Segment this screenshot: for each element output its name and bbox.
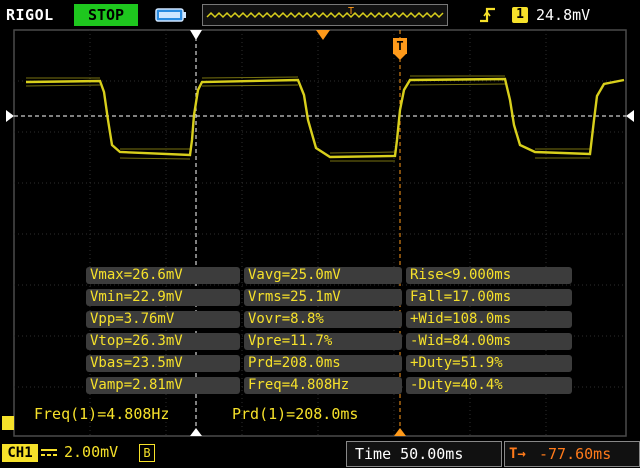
measurement-row: Vbas=23.5mV Prd=208.0ms +Duty=51.9% <box>86 354 572 373</box>
timebase-readout: Time 50.00ms <box>355 445 464 463</box>
measurement-row: Vamp=2.81mV Freq=4.808Hz -Duty=40.4% <box>86 376 572 395</box>
measurement-cell: Vrms=25.1mV <box>244 289 402 306</box>
trigger-level-left-arrow <box>6 110 14 122</box>
measurement-cell: -Duty=40.4% <box>406 377 572 394</box>
measurement-cell: Vbas=23.5mV <box>86 355 240 372</box>
measurement-cell: Vavg=25.0mV <box>244 267 402 284</box>
measurement-cell: Freq=4.808Hz <box>244 377 402 394</box>
measurement-cell: Vamp=2.81mV <box>86 377 240 394</box>
measurement-cell: Vpre=11.7% <box>244 333 402 350</box>
period-readout: Prd(1)=208.0ms <box>232 405 359 423</box>
ch1-ground-marker <box>2 416 14 430</box>
svg-text:T: T <box>396 39 403 53</box>
measurement-row: Vmax=26.6mV Vavg=25.0mV Rise<9.000ms <box>86 266 572 285</box>
cursor-a-marker <box>190 30 202 40</box>
measurement-row: Vtop=26.3mV Vpre=11.7% -Wid=84.00ms <box>86 332 572 351</box>
measurement-row: Vpp=3.76mV Vovr=8.8% +Wid=108.0ms <box>86 310 572 329</box>
ch1-waveform-trace <box>25 77 625 159</box>
frequency-readout: Freq(1)=4.808Hz <box>34 405 170 423</box>
trigger-offset-panel[interactable]: T→ -77.60ms <box>504 441 640 467</box>
measurement-cell: Vmin=22.9mV <box>86 289 240 306</box>
timebase-panel[interactable]: Time 50.00ms <box>346 441 502 467</box>
bandwidth-limit-badge: B <box>139 444 155 462</box>
bottom-status-bar: CH1 2.00mV B Time 50.00ms T→ -77.60ms <box>0 438 640 468</box>
measurement-cell: Vmax=26.6mV <box>86 267 240 284</box>
measurement-cell: -Wid=84.00ms <box>406 333 572 350</box>
measurement-cell: Rise<9.000ms <box>406 267 572 284</box>
cursor-a-bottom-marker <box>190 428 202 436</box>
waveform-display[interactable]: T <box>0 0 640 468</box>
measurement-cell: Vpp=3.76mV <box>86 311 240 328</box>
trigger-bottom-marker <box>394 428 406 436</box>
measurement-cell: +Duty=51.9% <box>406 355 572 372</box>
measurement-cell: Vovr=8.8% <box>244 311 402 328</box>
ch1-button[interactable]: CH1 <box>2 444 38 462</box>
measurement-cell: Fall=17.00ms <box>406 289 572 306</box>
dc-coupling-icon <box>41 449 57 456</box>
measurement-row: Vmin=22.9mV Vrms=25.1mV Fall=17.00ms <box>86 288 572 307</box>
ch1-vertical-scale[interactable]: 2.00mV <box>64 443 118 461</box>
measurement-cell: Vtop=26.3mV <box>86 333 240 350</box>
measurement-cell: +Wid=108.0ms <box>406 311 572 328</box>
trigger-level-right-arrow <box>626 110 634 122</box>
trigger-offset-icon: T→ <box>509 446 526 462</box>
measurement-cell: Prd=208.0ms <box>244 355 402 372</box>
trigger-offset-readout: -77.60ms <box>539 445 612 463</box>
